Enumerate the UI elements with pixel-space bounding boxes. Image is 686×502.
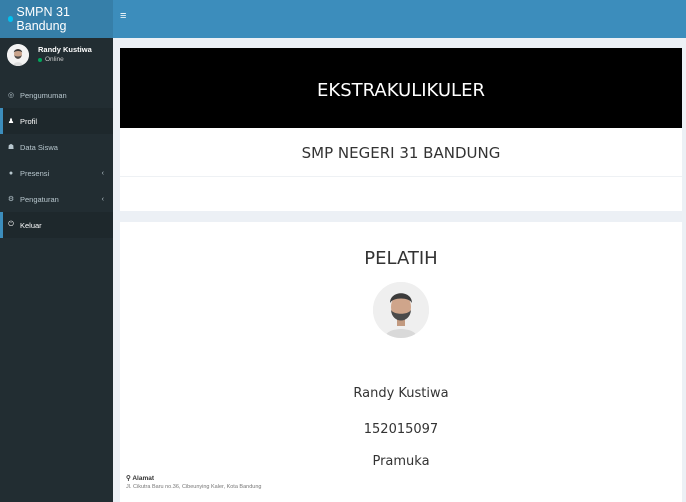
avatar	[7, 44, 29, 66]
map-marker-icon: ⚲	[126, 475, 131, 482]
sidebar-item-pengaturan[interactable]: ⚙ Pengaturan ‹	[0, 186, 113, 212]
brand-name: SMPN 31 Bandung	[16, 5, 70, 33]
user-name: Randy Kustiwa	[38, 45, 92, 54]
address-label: ⚲ Alamat	[126, 474, 154, 482]
user-panel: Randy Kustiwa Online	[0, 38, 113, 82]
app-logo[interactable]: SMPN 31 Bandung	[0, 0, 113, 38]
coach-id: 152015097	[363, 422, 439, 437]
spacer-box	[120, 176, 682, 211]
sidebar-toggle-icon[interactable]: ≡	[120, 9, 126, 23]
logo-icon	[8, 16, 14, 22]
chevron-left-icon: ‹	[101, 195, 104, 203]
users-icon: ☗	[7, 144, 15, 151]
chevron-left-icon: ‹	[101, 169, 104, 177]
ekskul-banner: EKSTRAKULIKULER	[120, 48, 682, 128]
coach-name: Randy Kustiwa	[353, 386, 449, 401]
power-icon: ⏻	[8, 221, 14, 228]
check-icon: ●	[8, 169, 14, 177]
sidebar-menu: ◎ Pengumuman ♟ Profil ☗ Data Siswa ● Pre…	[0, 82, 113, 238]
school-name: SMP NEGERI 31 BANDUNG	[301, 144, 501, 162]
coach-ekskul: Pramuka	[372, 454, 430, 469]
gear-icon: ⚙	[7, 196, 15, 203]
coach-photo	[373, 282, 429, 338]
school-banner: SMP NEGERI 31 BANDUNG	[120, 128, 682, 176]
sidebar-item-label: Data Siswa	[20, 142, 58, 152]
address-value: Jl. Cikutra Baru no.36, Cibeunying Kaler…	[126, 484, 262, 490]
sidebar-item-label: Keluar	[20, 220, 42, 230]
sidebar-item-profil[interactable]: ♟ Profil	[0, 108, 113, 134]
sidebar-item-label: Pengaturan	[20, 194, 59, 204]
section-title: PELATIH	[364, 248, 438, 269]
sidebar-item-keluar[interactable]: ⏻ Keluar	[0, 212, 113, 238]
sidebar-item-label: Profil	[20, 116, 38, 126]
sidebar: Randy Kustiwa Online ◎ Pengumuman ♟ Prof…	[0, 38, 113, 502]
user-status: Online	[38, 56, 64, 63]
sidebar-item-data-siswa[interactable]: ☗ Data Siswa	[0, 134, 113, 160]
coach-card: PELATIH Randy Kustiwa 152015097 Pramuka …	[120, 222, 682, 502]
page-title: EKSTRAKULIKULER	[317, 80, 485, 101]
sidebar-item-label: Pengumuman	[20, 90, 67, 100]
online-status-icon	[38, 57, 42, 62]
status-text: Online	[45, 56, 64, 63]
sidebar-item-label: Presensi	[20, 168, 50, 178]
sidebar-item-presensi[interactable]: ● Presensi ‹	[0, 160, 113, 186]
bell-icon: ◎	[7, 92, 15, 99]
user-icon: ♟	[7, 118, 15, 125]
address-label-text: Alamat	[132, 475, 155, 482]
sidebar-item-pengumuman[interactable]: ◎ Pengumuman	[0, 82, 113, 108]
top-navbar	[113, 0, 686, 38]
